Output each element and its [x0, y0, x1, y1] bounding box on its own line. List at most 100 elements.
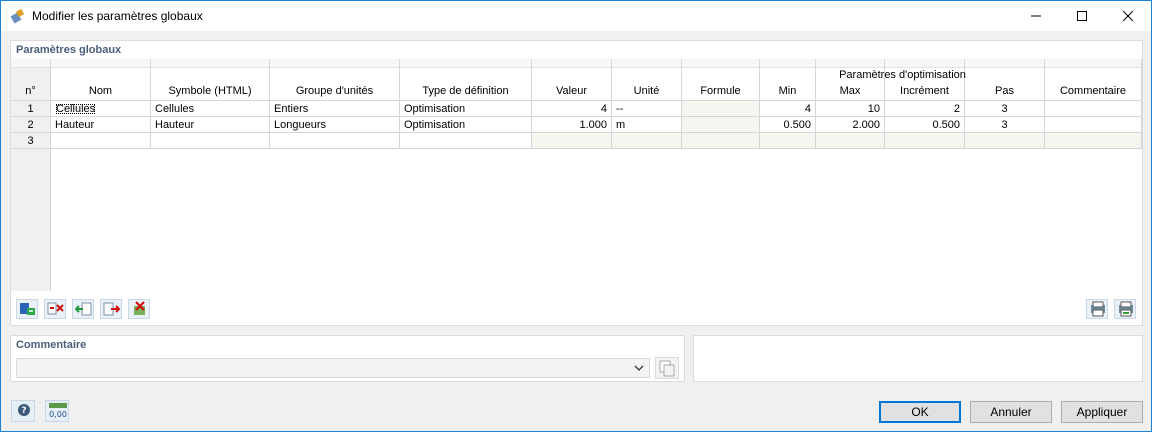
opt-params-group-header: Paramètres d'optimisation — [839, 69, 966, 81]
cell-type[interactable] — [400, 133, 532, 149]
cell-formule[interactable] — [682, 133, 760, 149]
cell-min[interactable]: 4 — [760, 101, 816, 117]
cell-min[interactable] — [760, 133, 816, 149]
print-preview-icon — [1119, 301, 1133, 317]
cell-formule[interactable] — [682, 117, 760, 133]
apply-button[interactable]: Appliquer — [1061, 401, 1143, 423]
cell-pas[interactable] — [965, 133, 1045, 149]
col-header-formule[interactable]: Formule — [682, 59, 760, 101]
chevron-down-icon — [634, 365, 644, 371]
import-button[interactable] — [72, 299, 94, 319]
cell-valeur[interactable]: 1.000 — [532, 117, 612, 133]
col-header-label: Max — [839, 85, 861, 97]
cancel-button[interactable]: Annuler — [970, 401, 1052, 423]
info-panel — [693, 335, 1143, 382]
cell-type[interactable]: Optimisation — [400, 117, 532, 133]
table-row[interactable]: 3 — [11, 133, 1142, 149]
window-title: Modifier les paramètres globaux — [32, 9, 203, 23]
units-icon: 0,00 — [49, 403, 67, 419]
help-button[interactable]: ? — [11, 400, 35, 422]
cell-valeur[interactable] — [532, 133, 612, 149]
cell-nom-text: Cellules — [56, 103, 96, 115]
cell-min[interactable]: 0.500 — [760, 117, 816, 133]
col-header-unite[interactable]: Unité — [612, 59, 682, 101]
comment-combobox[interactable] — [16, 358, 650, 378]
delete-row-button[interactable] — [44, 299, 66, 319]
delete-row-icon — [47, 302, 64, 315]
print-button[interactable] — [1086, 299, 1108, 319]
cell-groupe[interactable]: Longueurs — [270, 117, 400, 133]
col-header-label: Formule — [700, 85, 741, 97]
col-header-label: Unité — [633, 85, 660, 97]
cell-unite[interactable]: m — [612, 117, 682, 133]
svg-text:0,00: 0,00 — [49, 410, 67, 419]
cell-type[interactable]: Optimisation — [400, 101, 532, 117]
cell-increment[interactable]: 2 — [885, 101, 965, 117]
title-bar: Modifier les paramètres globaux — [1, 1, 1151, 31]
col-header-label: Commentaire — [1059, 85, 1127, 97]
cell-unite[interactable]: -- — [612, 101, 682, 117]
cell-max[interactable]: 2.000 — [816, 117, 885, 133]
cell-commentaire[interactable] — [1045, 133, 1142, 149]
import-icon — [75, 302, 92, 316]
comment-library-button[interactable] — [655, 357, 679, 379]
svg-text:?: ? — [21, 406, 26, 416]
print-preview-button[interactable] — [1114, 299, 1136, 319]
copy-icon — [659, 360, 675, 377]
col-header-label: Pas — [995, 85, 1014, 97]
delete-all-button[interactable] — [128, 299, 150, 319]
col-header-label: Type de définition — [422, 85, 509, 97]
params-table: n° Nom Symbole (HTML) Groupe d'unités Ty… — [11, 59, 1142, 291]
col-header-label: Groupe d'unités — [295, 85, 374, 97]
help-icon: ? — [18, 404, 30, 416]
cell-unite[interactable] — [612, 133, 682, 149]
ok-button[interactable]: OK — [879, 401, 961, 423]
insert-row-icon — [20, 303, 35, 315]
col-header-label: Valeur — [556, 85, 587, 97]
units-button[interactable]: 0,00 — [45, 400, 69, 422]
col-header-n[interactable]: n° — [11, 59, 51, 101]
table-row[interactable]: 1 Cellules Cellules Entiers Optimisation… — [11, 101, 1142, 117]
cell-symbole[interactable]: Hauteur — [151, 117, 270, 133]
cell-max[interactable] — [816, 133, 885, 149]
cell-nom[interactable]: Cellules — [51, 101, 151, 117]
col-header-groupe[interactable]: Groupe d'unités — [270, 59, 400, 101]
maximize-button[interactable] — [1059, 1, 1105, 31]
cell-valeur[interactable]: 4 — [532, 101, 612, 117]
col-header-label: Min — [778, 85, 797, 97]
minimize-button[interactable] — [1013, 1, 1059, 31]
row-number[interactable]: 3 — [11, 133, 51, 149]
comment-title: Commentaire — [16, 339, 87, 351]
export-button[interactable] — [100, 299, 122, 319]
close-button[interactable] — [1105, 1, 1151, 31]
cell-nom[interactable]: Hauteur — [51, 117, 151, 133]
col-header-valeur[interactable]: Valeur — [532, 59, 612, 101]
col-header-label: Incrément — [900, 85, 949, 97]
insert-row-button[interactable] — [16, 299, 38, 319]
col-header-nom[interactable]: Nom — [51, 59, 151, 101]
col-header-symbole[interactable]: Symbole (HTML) — [151, 59, 270, 101]
table-row[interactable]: 2 Hauteur Hauteur Longueurs Optimisation… — [11, 117, 1142, 133]
cell-groupe[interactable]: Entiers — [270, 101, 400, 117]
col-header-type[interactable]: Type de définition — [400, 59, 532, 101]
cell-increment[interactable]: 0.500 — [885, 117, 965, 133]
cell-pas[interactable]: 3 — [965, 117, 1045, 133]
row-number[interactable]: 1 — [11, 101, 51, 117]
cell-max[interactable]: 10 — [816, 101, 885, 117]
cell-pas[interactable]: 3 — [965, 101, 1045, 117]
cell-symbole[interactable] — [151, 133, 270, 149]
delete-all-icon — [134, 301, 145, 315]
maximize-icon — [1077, 11, 1087, 21]
cell-nom[interactable] — [51, 133, 151, 149]
row-number[interactable]: 2 — [11, 117, 51, 133]
cell-groupe[interactable] — [270, 133, 400, 149]
print-icon — [1091, 301, 1105, 317]
cell-commentaire[interactable] — [1045, 117, 1142, 133]
dialog-window: Modifier les paramètres globaux Paramètr… — [0, 0, 1152, 432]
close-icon — [1122, 10, 1134, 22]
cell-commentaire[interactable] — [1045, 101, 1142, 117]
col-header-commentaire[interactable]: Commentaire — [1045, 59, 1142, 101]
cell-formule[interactable] — [682, 101, 760, 117]
cell-increment[interactable] — [885, 133, 965, 149]
cell-symbole[interactable]: Cellules — [151, 101, 270, 117]
